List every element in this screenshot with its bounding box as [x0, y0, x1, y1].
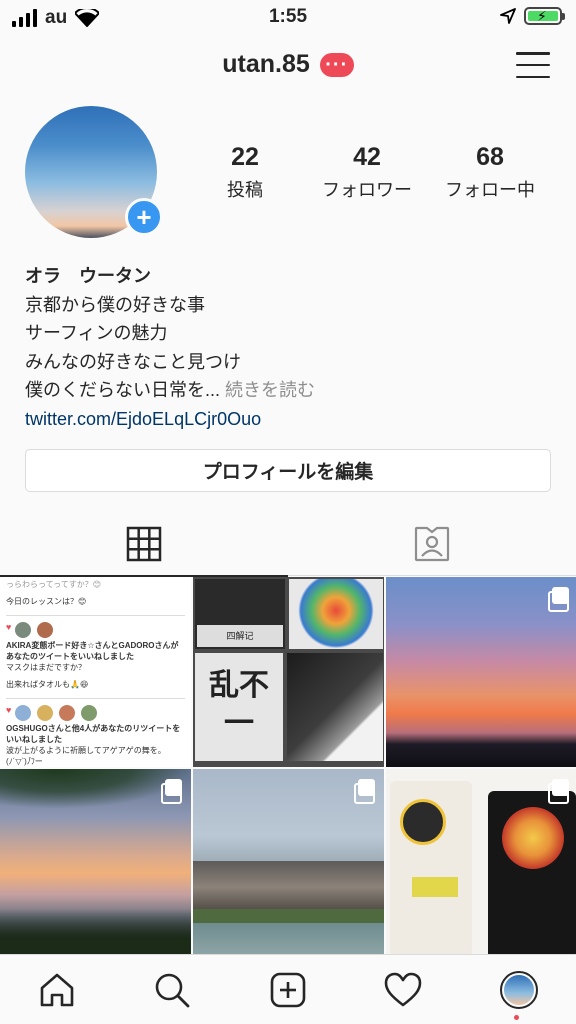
- multi-photo-icon: [548, 779, 570, 804]
- stat-value: 22: [231, 143, 259, 171]
- bio-line: みんなの好きなこと見つけ: [25, 351, 241, 372]
- multi-photo-icon: [548, 587, 570, 612]
- cd-art-title: 乱不一: [209, 668, 269, 741]
- location-icon: [500, 8, 516, 24]
- add-story-icon[interactable]: +: [125, 198, 163, 236]
- notification-badge[interactable]: ···: [319, 52, 354, 77]
- heart-icon: [384, 972, 422, 1007]
- notif-text: マスクはまだですか？: [6, 663, 86, 672]
- grid-icon: [126, 526, 162, 561]
- username[interactable]: utan.85: [222, 50, 310, 79]
- status-indicators: ⚡: [500, 7, 565, 25]
- notif-text: っらわらってってすか？😊: [6, 580, 102, 589]
- notif-text: 出来ればタオルも🙏😆: [6, 680, 89, 689]
- posts-grid: っらわらってってすか？😊 今日のレッスンは？😊 ♥ AKIRA変態ボード好き☆さ…: [0, 577, 576, 954]
- stat-value: 68: [476, 143, 504, 171]
- bio-line: 僕のくだらない日常を...: [25, 380, 221, 400]
- read-more-link[interactable]: 続きを読む: [225, 380, 315, 400]
- cd-label: 四解记: [197, 625, 283, 647]
- edit-profile-button[interactable]: プロフィールを編集: [25, 449, 551, 492]
- instagram-profile-screen: au 1:55 ⚡ utan.85 ··· + 22 投稿 42 フォロワー 6…: [0, 0, 576, 1024]
- multi-photo-icon: [161, 779, 183, 804]
- post-thumbnail[interactable]: 四解记 乱不一: [193, 577, 384, 767]
- stat-label: フォロー中: [445, 180, 535, 200]
- tagged-icon: [414, 526, 450, 562]
- multi-photo-icon: [354, 779, 376, 804]
- tab-grid[interactable]: [0, 512, 288, 577]
- post-thumbnail[interactable]: [386, 769, 576, 954]
- notif-text: (ﾉ´▽`)ﾉ゚ﾌー: [6, 757, 43, 766]
- followers-count[interactable]: 42 フォロワー: [307, 143, 427, 202]
- profile-tabs: [0, 512, 576, 577]
- post-thumbnail[interactable]: [386, 577, 576, 767]
- bottom-navigation: [0, 954, 576, 1024]
- nav-new-post[interactable]: [265, 967, 311, 1013]
- tab-tagged[interactable]: [288, 512, 576, 576]
- clock: 1:55: [268, 6, 308, 27]
- stat-label: 投稿: [227, 180, 263, 200]
- profile-header: utan.85 ···: [0, 36, 576, 94]
- notif-text: 今日のレッスンは？😊: [6, 597, 87, 606]
- username-row: utan.85 ···: [0, 50, 576, 79]
- nav-home[interactable]: [34, 967, 80, 1013]
- post-thumbnail[interactable]: [193, 769, 384, 954]
- stat-label: フォロワー: [322, 180, 412, 200]
- following-count[interactable]: 68 フォロー中: [430, 143, 550, 202]
- heart-icon: ♥: [6, 622, 12, 632]
- nav-profile[interactable]: [496, 967, 542, 1013]
- notif-like-row: ♥: [6, 705, 185, 721]
- notif-text: 波が上がるように祈願してアゲアゲの舞を。: [6, 746, 166, 755]
- menu-icon[interactable]: [516, 52, 550, 78]
- notif-like-row: ♥: [6, 622, 185, 638]
- home-icon: [40, 973, 74, 1007]
- bio-line: サーフィンの魅力: [25, 323, 168, 343]
- battery-icon: ⚡: [524, 7, 565, 25]
- heart-icon: ♥: [6, 705, 12, 715]
- nav-activity[interactable]: [380, 967, 426, 1013]
- post-thumbnail[interactable]: っらわらってってすか？😊 今日のレッスンは？😊 ♥ AKIRA変態ボード好き☆さ…: [0, 577, 191, 767]
- profile-avatar-icon: [500, 971, 538, 1009]
- nav-search[interactable]: [149, 967, 195, 1013]
- profile-link[interactable]: twitter.com/EjdoELqLCjr0Ouo: [25, 405, 555, 434]
- search-icon: [155, 973, 190, 1008]
- notif-text: OGSHUGOさんと他4人があなたのリツイートをいいねしました: [6, 724, 181, 744]
- stat-value: 42: [353, 143, 381, 171]
- post-thumbnail[interactable]: [0, 769, 191, 954]
- posts-count[interactable]: 22 投稿: [205, 143, 285, 202]
- display-name: オラ ウータン: [25, 266, 151, 286]
- bio-line: 京都から僕の好きな事: [25, 294, 205, 315]
- notification-dot: [514, 1015, 519, 1020]
- notif-text: AKIRA変態ボード好き☆さんとGADOROさんがあなたのツイートをいいねしまし…: [6, 641, 179, 661]
- status-bar: au 1:55 ⚡: [0, 0, 576, 36]
- add-post-icon: [270, 972, 306, 1008]
- bio-last-line: 僕のくだらない日常を... 続きを読む: [25, 376, 555, 405]
- profile-bio: オラ ウータン 京都から僕の好きな事 サーフィンの魅力 みんなの好きなこと見つけ…: [25, 262, 555, 433]
